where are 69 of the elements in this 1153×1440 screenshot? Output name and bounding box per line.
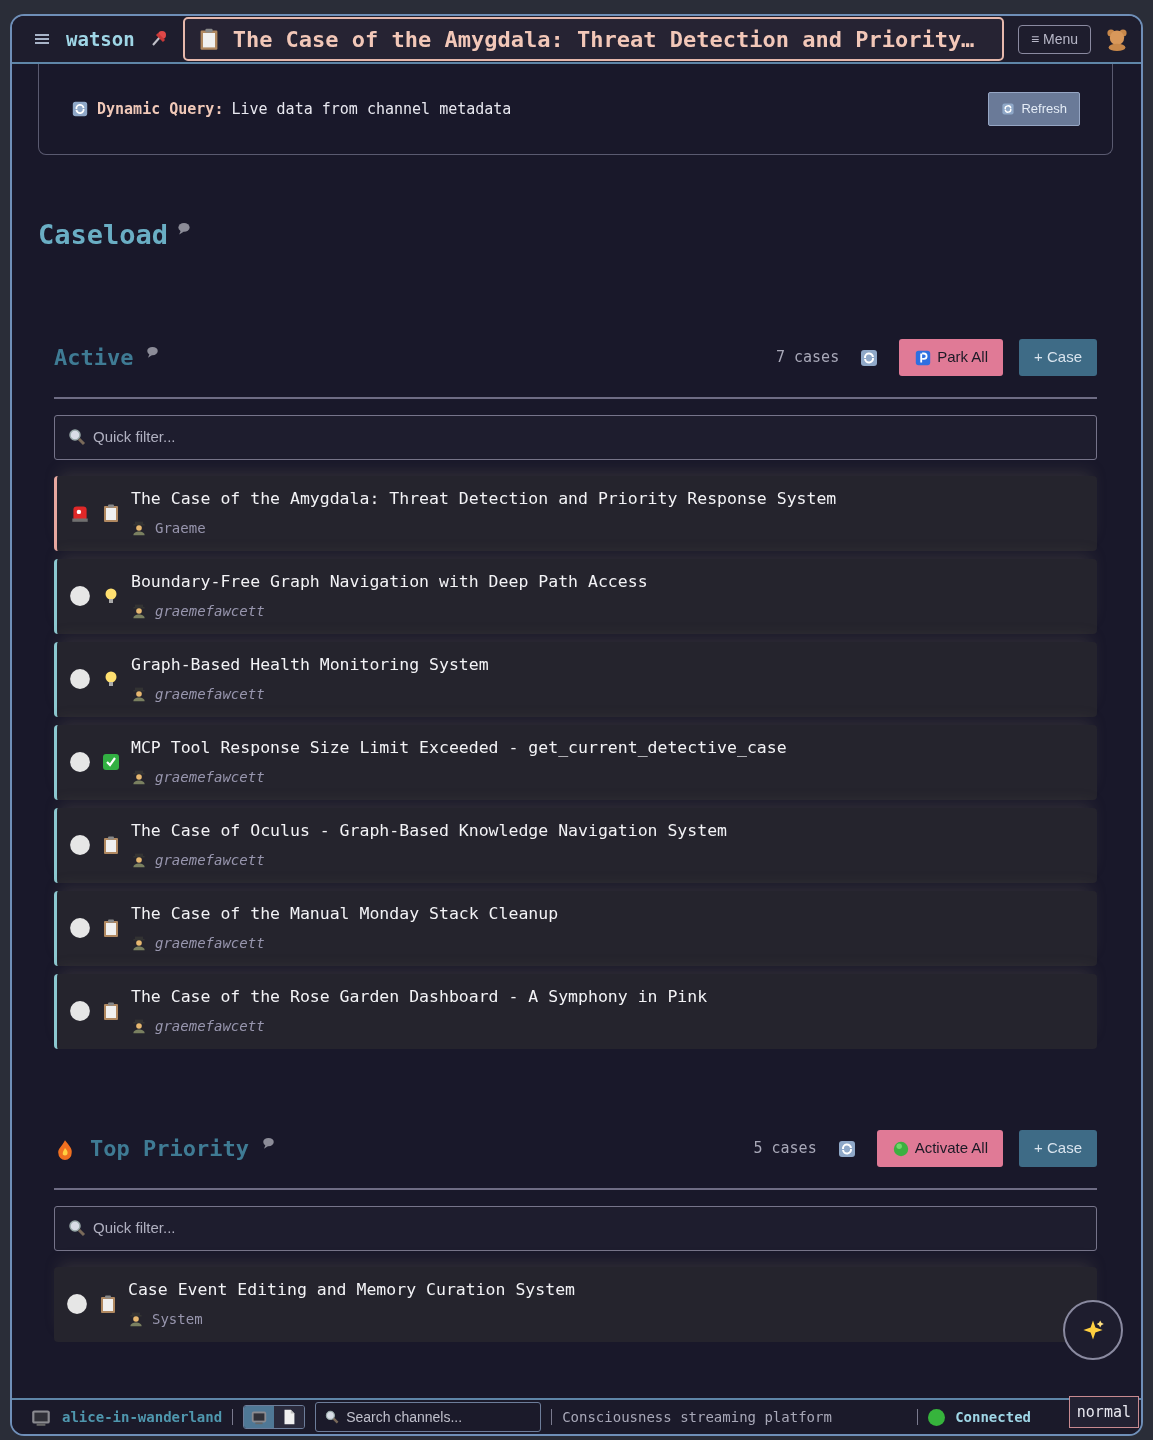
case-author: graemefawcett	[155, 850, 265, 870]
case-author: graemefawcett	[155, 601, 265, 621]
mode-indicator: normal	[1068, 1395, 1139, 1428]
case-author: graemefawcett	[155, 767, 265, 787]
search-input[interactable]: Search channels...	[344, 1405, 525, 1429]
refresh-icon[interactable]	[859, 347, 880, 368]
detective-icon	[131, 935, 147, 952]
detective-icon	[131, 852, 147, 869]
case-card[interactable]: The Case of the Amygdala: Threat Detection and Priority Response System Graeme	[54, 475, 1097, 551]
case-card[interactable]: MCP Tool Response Size Limit Exceeded - get_current_detective_case graemefawcett	[54, 724, 1097, 800]
refresh-icon[interactable]	[836, 1138, 857, 1159]
search-icon	[324, 1409, 341, 1425]
detective-icon	[131, 769, 147, 786]
detective-icon	[131, 603, 147, 620]
detective-icon	[128, 1311, 144, 1328]
speech-bubble-icon[interactable]	[260, 1136, 276, 1151]
case-title: The Case of the Rose Garden Dashboard - A Symphony in Pink	[131, 986, 708, 1009]
filter-field[interactable]: Quick filter...	[54, 1205, 1097, 1251]
query-label: Dynamic Query:	[97, 98, 224, 120]
section-title: Top Priority	[90, 1135, 249, 1163]
connection-status: Connected	[955, 1407, 1031, 1427]
refresh-icon	[71, 100, 89, 118]
filter-field[interactable]: Quick filter...	[54, 414, 1097, 460]
case-title: The Case of the Amygdala: Threat Detection and Priority…	[232, 25, 975, 54]
case-card[interactable]: The Case of the Rose Garden Dashboard - A Symphony in Pink graemefawcett	[54, 973, 1097, 1049]
case-title: The Case of the Manual Monday Stack Cleanup	[131, 903, 559, 926]
case-card[interactable]: The Case of Oculus - Graph-Based Knowledge Navigation System graemefawcett	[54, 807, 1097, 883]
channel-search-field[interactable]: Search channels...	[315, 1402, 542, 1432]
case-title: The Case of the Amygdala: Threat Detection and Priority Response System	[131, 488, 837, 511]
case-author: System	[152, 1309, 203, 1329]
teddy-bear-icon[interactable]	[1105, 27, 1129, 51]
case-title: MCP Tool Response Size Limit Exceeded - get_current_detective_case	[131, 737, 787, 760]
case-card[interactable]: Boundary-Free Graph Navigation with Deep Path Access graemefawcett	[54, 558, 1097, 634]
case-title: Graph-Based Health Monitoring System	[131, 654, 489, 677]
bulk-action-button[interactable]: Park All	[899, 339, 1004, 376]
filter-input[interactable]: Quick filter...	[91, 424, 1084, 450]
view-mode-toggle[interactable]	[244, 1406, 275, 1428]
query-description: Live data from channel metadata	[231, 98, 512, 120]
case-title: The Case of Oculus - Graph-Based Knowledge Navigation System	[131, 820, 728, 843]
speech-bubble-icon[interactable]	[145, 345, 161, 360]
menu-button[interactable]: ≡ Menu	[1017, 24, 1091, 54]
case-title: Case Event Editing and Memory Curation System	[128, 1279, 576, 1302]
search-icon	[67, 1218, 87, 1238]
case-author: graemefawcett	[155, 933, 265, 953]
detective-icon	[131, 1018, 147, 1035]
bulk-action-button[interactable]: Activate All	[876, 1130, 1004, 1167]
add-case-button[interactable]: + Case	[1019, 1130, 1097, 1167]
filter-input[interactable]: Quick filter...	[91, 1215, 1084, 1241]
add-case-button[interactable]: + Case	[1019, 339, 1097, 376]
detective-icon	[131, 686, 147, 703]
case-author: Graeme	[155, 518, 206, 538]
search-icon	[67, 427, 87, 447]
case-author: graemefawcett	[155, 1016, 265, 1036]
tagline: Consciousness streaming platform	[562, 1407, 832, 1427]
page-title: Caseload	[38, 218, 169, 252]
case-count: 5 cases	[753, 1138, 817, 1160]
case-author: graemefawcett	[155, 684, 265, 704]
case-card[interactable]: The Case of the Manual Monday Stack Cleanup graemefawcett	[54, 890, 1097, 966]
view-mode-toggle[interactable]	[274, 1406, 305, 1428]
case-title: Boundary-Free Graph Navigation with Deep Path Access	[131, 571, 648, 594]
case-card[interactable]: Graph-Based Health Monitoring System graemefawcett	[54, 641, 1097, 717]
case-count: 7 cases	[775, 347, 840, 369]
refresh-icon	[1001, 102, 1016, 116]
case-card[interactable]: Case Event Editing and Memory Curation System System	[54, 1266, 1097, 1342]
channel-name[interactable]: alice-in-wanderland	[62, 1406, 223, 1428]
assistant-button[interactable]	[1063, 1300, 1123, 1360]
app-name: watson	[66, 26, 135, 52]
section-title: Active	[54, 344, 134, 372]
detective-icon	[131, 520, 147, 537]
